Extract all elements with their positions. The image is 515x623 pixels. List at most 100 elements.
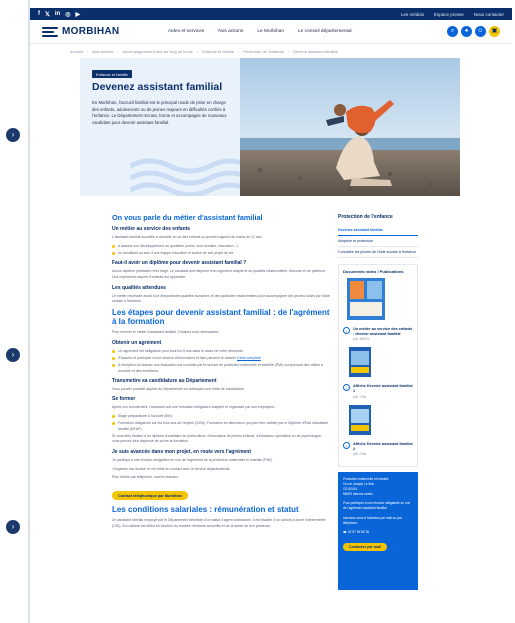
cerfa-link[interactable]: Cerfa complété	[237, 356, 261, 360]
page: f 𝕏 in ◎ ▶ Les médias Espace presse Nous…	[30, 8, 512, 623]
document-meta: pdf, 4 Mo	[353, 451, 367, 456]
accessibility-icon[interactable]: ☺	[475, 26, 486, 37]
section-title: Les conditions salariales : rémunération…	[112, 505, 299, 515]
hero-photo	[240, 58, 460, 196]
subsection-title: Les qualités attendues	[112, 284, 166, 291]
list-item: À réception du dossier une évaluation es…	[112, 363, 330, 374]
document-name: Affiche Devenir assistant familial 1	[353, 384, 413, 394]
subsection-title: Faut-il avoir un diplôme pour devenir as…	[112, 260, 247, 267]
rail-tab-icon[interactable]: ›	[6, 348, 20, 362]
header-icons: ⌕ ● ☺ ▣	[447, 26, 500, 37]
contact-box: Protection maternelle et infantile 16 ru…	[338, 471, 418, 590]
document-thumbnail	[349, 404, 371, 435]
phone-contact-button[interactable]: Contact téléphonique par Morbihan	[112, 491, 188, 501]
breadcrumb-item[interactable]: Protection de l'enfance	[243, 49, 284, 54]
hero: Enfance et famille Devenez assistant fam…	[80, 58, 460, 198]
document-meta: pdf, 485 Ko	[353, 337, 370, 342]
utility-link-press[interactable]: Espace presse	[434, 12, 464, 17]
document-item[interactable]: ↓ Affiche Devenir assistant familial 1 p…	[343, 347, 413, 399]
x-icon[interactable]: 𝕏	[45, 11, 50, 18]
document-name: Un métier au service des enfants : deven…	[353, 327, 413, 337]
contact-phone[interactable]: ☎ 02 97 54 80 30	[343, 530, 413, 535]
main-nav: Aides et services Nos actions Le Morbiha…	[168, 29, 447, 34]
linkedin-icon[interactable]: in	[55, 11, 60, 18]
search-icon[interactable]: ⌕	[447, 26, 458, 37]
breadcrumb: Accueil › Nos actions › Accompagnement tou…	[70, 48, 338, 54]
paragraph: Aucun diplôme préalable n'est exigé. Le …	[112, 269, 326, 280]
utility-links: Les médias Espace presse Nous contacter	[401, 12, 504, 17]
documents-panel: Documents vidéo / Publications ↓ Un méti…	[338, 264, 418, 467]
document-name: Affiche Devenir assistant familial 2	[353, 441, 413, 451]
utility-link-contact[interactable]: Nous contacter	[474, 12, 504, 17]
sidebar-title: Protection de l'enfance	[338, 214, 393, 220]
breadcrumb-item[interactable]: Enfance et famille	[202, 49, 234, 54]
contact-mail-button[interactable]: Contactez par mail	[343, 542, 387, 551]
breadcrumb-item[interactable]: Accompagnement tout au long de la vie	[123, 49, 193, 54]
contact-line: Pour participer à une réunion obligatoir…	[343, 501, 411, 511]
subsection-title: Je suis avancée dans mon projet, en rout…	[112, 448, 252, 455]
sidebar-item-ase[interactable]: Connaître les jeunes de l'Aide sociale à…	[338, 247, 418, 258]
lock-icon[interactable]: ▣	[489, 26, 500, 37]
subsection-title: Transmettre sa candidature au Départemen…	[112, 377, 217, 384]
main-content: On vous parle du métier d'assistant fami…	[112, 213, 330, 533]
subsection-title: Obtenir un agrément	[112, 339, 162, 346]
contact-line: Inscrivez-vous à l'adresse par mail ou p…	[343, 515, 402, 525]
rail-tab-icon[interactable]: ›	[6, 520, 20, 534]
document-thumbnail	[347, 278, 385, 320]
paragraph: Si vous êtes titulaire d'un diplôme d'au…	[112, 433, 323, 444]
paragraph: Plus d'infos par téléphone, mail et rése…	[112, 475, 179, 480]
sidebar: Protection de l'enfance Devenez assistan…	[338, 214, 418, 590]
list-item: en travaillant au sein d'une équipe éduc…	[112, 251, 330, 256]
nav-item-morbihan[interactable]: Le Morbihan	[257, 29, 284, 34]
sidebar-item-assistant[interactable]: Devenez assistant familial	[338, 225, 418, 236]
section-title: On vous parle du métier d'assistant fami…	[112, 213, 263, 222]
top-utility-bar: f 𝕏 in ◎ ▶ Les médias Espace presse Nous…	[30, 8, 512, 20]
youtube-icon[interactable]: ▶	[75, 11, 80, 18]
paragraph: Je participe à une réunion obligatoire e…	[112, 457, 273, 462]
nav-item-aides[interactable]: Aides et services	[168, 29, 204, 34]
subsection-title: Se former	[112, 396, 136, 403]
download-icon: ↓	[343, 441, 350, 449]
user-icon[interactable]: ●	[461, 26, 472, 37]
category-tag[interactable]: Enfance et famille	[92, 70, 132, 78]
nav-item-actions[interactable]: Nos actions	[218, 29, 243, 34]
list-item: Formation obligatoire sur les trois ans …	[112, 421, 330, 432]
instagram-icon[interactable]: ◎	[65, 11, 70, 18]
paragraph: Le métier nécessite avant tout d'importa…	[112, 293, 330, 304]
social-links: f 𝕏 in ◎ ▶	[38, 11, 80, 18]
list-item: S'inscrire et participer à une réunion d…	[112, 356, 330, 361]
breadcrumb-item[interactable]: Accueil	[70, 49, 83, 54]
paragraph: L'assistant familial accueille à domicil…	[112, 235, 264, 240]
rail-tab-icon[interactable]: ›	[6, 128, 20, 142]
site-header: MORBIHAN Aides et services Nos actions L…	[30, 20, 512, 44]
section-title: Les étapes pour devenir assistant famili…	[112, 307, 330, 327]
documents-title: Documents vidéo / Publications	[343, 269, 404, 274]
paragraph: Vous pouvez postuler auprès du Départeme…	[112, 386, 246, 391]
paragraph: J'organise ma réunion et me mets en cont…	[112, 466, 231, 471]
left-rail: › › ›	[0, 0, 30, 623]
paragraph: Un assistant familial employé par le Dép…	[112, 518, 326, 529]
list-item: Stage préparatoire à l'accueil (60h)	[112, 414, 330, 419]
hero-intro: En Morbihan, l'accueil familial est le p…	[92, 100, 227, 125]
nav-item-conseil[interactable]: Le conseil départemental	[298, 29, 352, 34]
page-frame: › › › f 𝕏 in ◎ ▶ Les médias Espace press…	[0, 0, 515, 623]
list-item: à assurer son développement au quotidien…	[112, 244, 330, 249]
subsection-title: Un métier au service des enfants	[112, 226, 191, 233]
logo-text: MORBIHAN	[62, 26, 120, 37]
paragraph: Pour exercer le métier d'assistant famil…	[112, 330, 220, 335]
download-icon: ↓	[343, 327, 350, 334]
page-title: Devenez assistant familial	[92, 81, 223, 93]
paragraph: Après son recrutement, l'assistant suit …	[112, 405, 277, 410]
utility-link-media[interactable]: Les médias	[401, 12, 424, 17]
list-item: Un agrément est obligatoire pour tous le…	[112, 349, 330, 354]
document-item[interactable]: ↓ Affiche Devenir assistant familial 2 p…	[343, 404, 413, 456]
download-icon: ↓	[343, 384, 350, 392]
breadcrumb-item[interactable]: Nos actions	[92, 49, 113, 54]
document-meta: pdf, 3 Mo	[353, 394, 367, 399]
site-logo[interactable]: MORBIHAN	[42, 26, 152, 37]
sidebar-item-adoption[interactable]: Adoption et protection	[338, 236, 418, 247]
document-item[interactable]: ↓ Un métier au service des enfants : dev…	[343, 278, 413, 341]
facebook-icon[interactable]: f	[38, 11, 40, 18]
logo-icon	[42, 26, 58, 37]
breadcrumb-current: Devenir assistant familial	[293, 48, 338, 54]
